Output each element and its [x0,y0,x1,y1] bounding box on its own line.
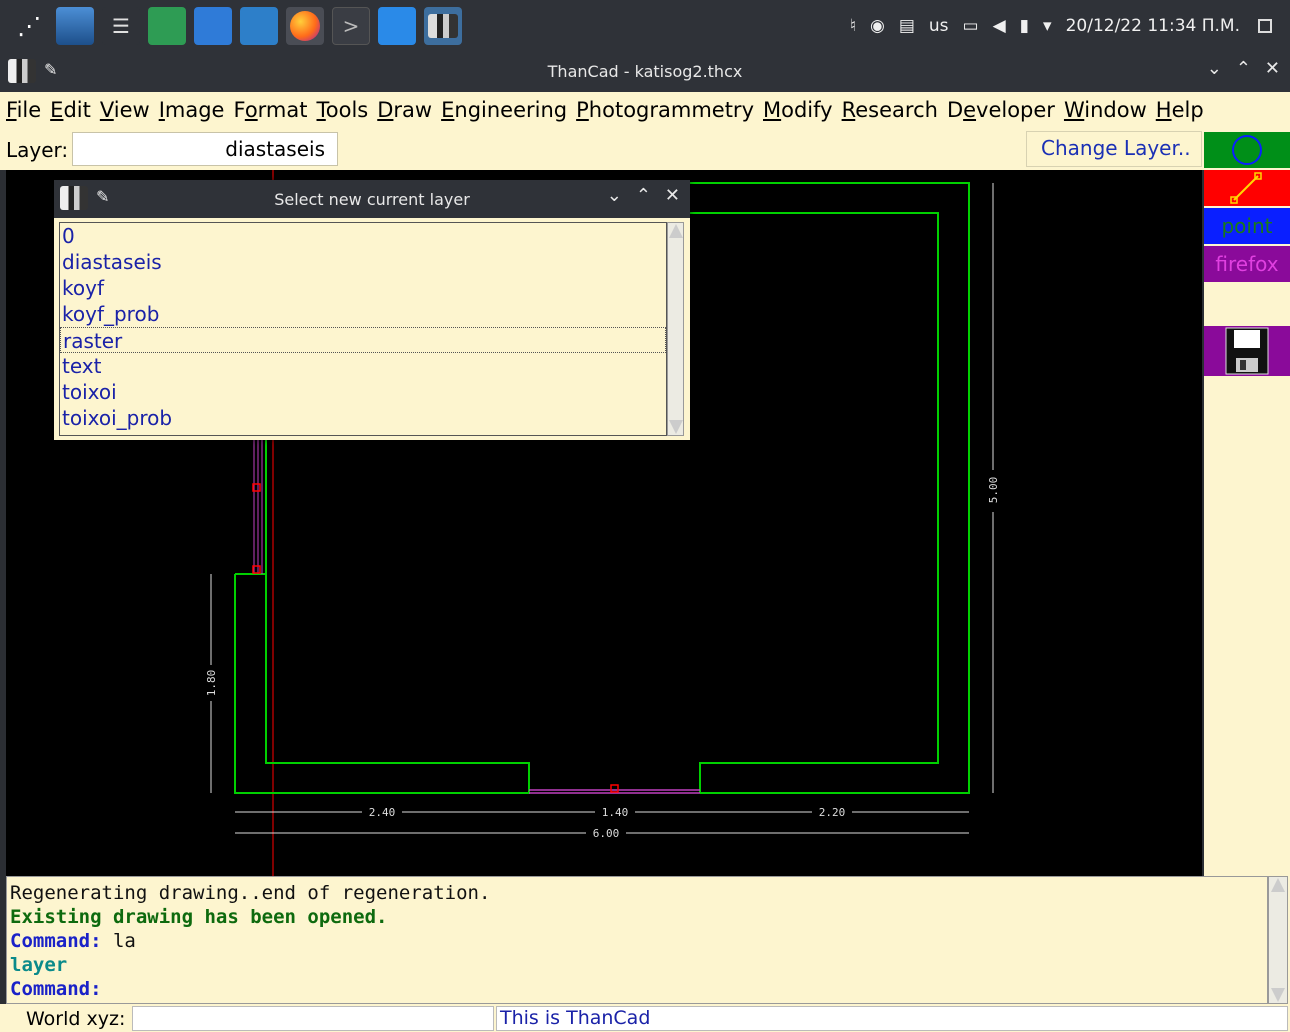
volume-icon[interactable]: ◀ [993,16,1006,36]
layer-list-item[interactable]: toixoi [60,379,666,405]
scroll-down-icon[interactable] [669,420,683,434]
console-line: Regenerating drawing..end of regeneratio… [10,882,491,904]
menu-bar: File Edit View Image Format Tools Draw Engineer… [0,92,1290,128]
console-scroll-down-icon[interactable] [1271,988,1285,1002]
keyboard-layout[interactable]: us [929,16,949,36]
console-line: Existing drawing has been opened. [10,906,388,928]
file-manager-icon[interactable] [240,7,278,45]
grip-marker[interactable] [610,784,619,793]
change-layer-button[interactable]: Change Layer.. [1026,131,1202,167]
dim-label-140: 1.40 [602,806,629,819]
terminal-icon[interactable]: > [332,7,370,45]
dialog-minimize-icon[interactable]: ⌄ [607,185,622,206]
thancad-taskbar-icon[interactable] [424,7,462,45]
wall-left-outer [234,440,530,794]
dialog-close-icon[interactable]: ✕ [665,185,680,206]
maximize-icon[interactable]: ⌃ [1236,58,1251,79]
line-tool-button[interactable] [1204,170,1290,206]
app-launcher-icon[interactable]: ⋰ [10,7,48,45]
layer-list-item[interactable]: 0 [60,223,666,249]
spreadsheet-app-icon[interactable] [148,7,186,45]
settings-sliders-icon[interactable]: ☰ [102,7,140,45]
point-tool-button[interactable]: point [1204,208,1290,244]
layer-list-item[interactable]: toixoi_prob [60,405,666,431]
layer-list-item[interactable]: raster [60,327,666,353]
notifications-icon[interactable]: ♮ [850,16,856,36]
system-tray: ♮ ◉ ▤ us ▭ ◀ ▮ ▾ 20/12/22 11:34 Π.Μ. [836,0,1290,52]
layer-list-scrollbar[interactable] [667,222,684,436]
circle-tool-button[interactable] [1204,132,1290,168]
current-layer-field[interactable]: diastaseis [72,132,338,166]
layer-label: Layer: [6,138,69,162]
battery-icon[interactable]: ▮ [1020,16,1029,36]
status-bar: World xyz: This is ThanCad [0,1004,1290,1032]
scroll-up-icon[interactable] [669,224,683,238]
taskbar: ⋰ ☰ > ♮ ◉ ▤ us ▭ ◀ ▮ ▾ 20/12/22 11:34 Π.… [0,0,1290,52]
layer-bar: Layer: diastaseis Change Layer.. [0,128,1204,170]
dim-label-240: 2.40 [369,806,396,819]
select-layer-dialog: ✎ Select new current layer ⌄ ⌃ ✕ 0 diasta… [54,180,690,440]
console-scrollbar[interactable] [1268,876,1288,1004]
layer-list[interactable]: 0 diastaseis koyf koyf_prob raster text toixoi… [59,222,667,436]
wall-right-inner [690,212,939,793]
menu-research[interactable]: Research [842,98,938,122]
dialog-titlebar: ✎ Select new current layer ⌄ ⌃ ✕ [54,180,690,218]
dim-label-600: 6.00 [593,827,620,840]
menu-developer[interactable]: Developer [947,98,1055,122]
floppy-disk-icon [1225,327,1269,375]
firefox-icon[interactable] [286,7,324,45]
dim-label-180: 1.80 [205,670,218,697]
dim-label-500: 5.00 [987,477,1000,504]
right-toolbar: point firefox [1204,128,1290,1004]
console-line: layer [10,954,68,976]
dialog-title: Select new current layer [274,190,470,209]
dialog-maximize-icon[interactable]: ⌃ [636,185,651,206]
close-icon[interactable]: ✕ [1265,58,1280,79]
tray-expand-icon[interactable]: ▾ [1043,16,1052,36]
layer-list-item[interactable]: diastaseis [60,249,666,275]
layer-list-item[interactable]: koyf_prob [60,301,666,327]
window-title: ThanCad - katisog2.thcx [547,62,743,81]
show-desktop-icon[interactable] [1258,19,1272,33]
menu-engineering[interactable]: Engineering [441,98,567,122]
menu-view[interactable]: View [100,98,150,122]
display-icon[interactable]: ▭ [963,16,979,36]
line-icon [1230,172,1262,204]
world-xyz-label: World xyz: [26,1008,126,1030]
console-command: la [101,930,136,952]
menu-edit[interactable]: Edit [50,98,91,122]
layer-list-item[interactable]: text [60,353,666,379]
clock[interactable]: 20/12/22 11:34 Π.Μ. [1066,16,1240,36]
command-console[interactable]: Regenerating drawing..end of regeneratio… [6,876,1268,1004]
dim-label-220: 2.20 [819,806,846,819]
menu-image[interactable]: Image [159,98,225,122]
text-editor-icon[interactable] [378,7,416,45]
clipboard-icon[interactable]: ▤ [899,16,915,36]
firefox-tool-button[interactable]: firefox [1204,246,1290,282]
console-prompt[interactable]: Command: [10,977,1267,1001]
app-store-icon[interactable] [194,7,232,45]
world-xyz-field [132,1006,494,1031]
console-scroll-up-icon[interactable] [1271,878,1285,892]
menu-tools[interactable]: Tools [317,98,369,122]
minimize-icon[interactable]: ⌄ [1207,58,1222,79]
desktop-icon[interactable] [56,7,94,45]
updates-icon[interactable]: ◉ [870,16,885,36]
menu-window[interactable]: Window [1064,98,1147,122]
menu-format[interactable]: Format [233,98,307,122]
console-prompt: Command: [10,930,102,952]
menu-modify[interactable]: Modify [763,98,833,122]
circle-icon [1232,135,1262,165]
layer-list-item[interactable]: koyf [60,275,666,301]
window-titlebar: ✎ ThanCad - katisog2.thcx ⌄ ⌃ ✕ [0,52,1290,92]
menu-file[interactable]: File [6,98,41,122]
menu-photogrammetry[interactable]: Photogrammetry [576,98,754,122]
status-message: This is ThanCad [496,1006,1288,1031]
menu-draw[interactable]: Draw [377,98,432,122]
save-button[interactable] [1204,326,1290,376]
menu-help[interactable]: Help [1156,98,1204,122]
wall-right-outer [690,182,970,794]
